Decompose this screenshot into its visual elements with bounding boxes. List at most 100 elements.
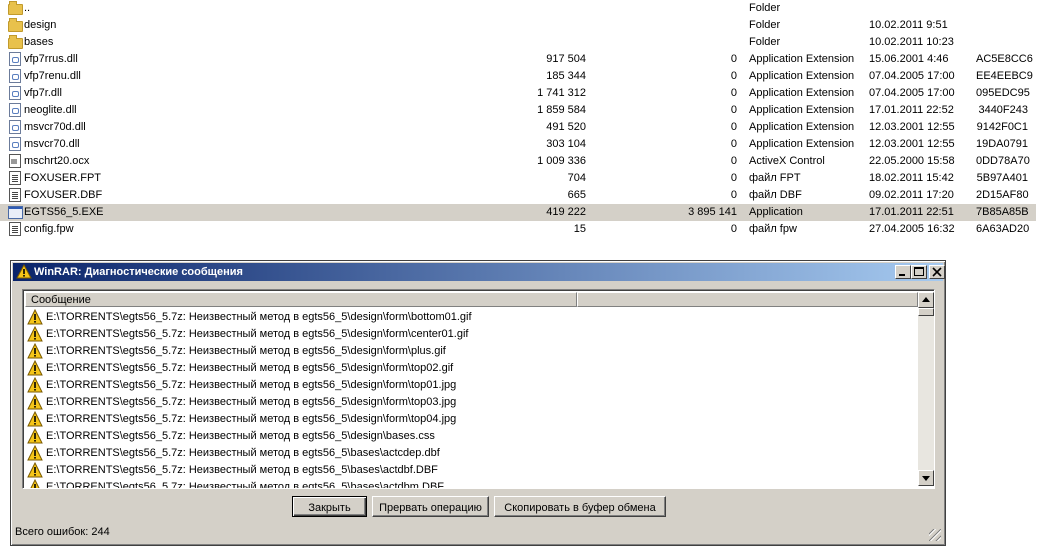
file-name: mschrt20.ocx xyxy=(24,155,90,167)
file-name: vfp7rrus.dll xyxy=(24,53,78,65)
file-modified: 10.02.2011 9:51 xyxy=(869,19,948,31)
file-name: design xyxy=(24,19,57,31)
message-row[interactable]: E:\TORRENTS\egts56_5.7z: Неизвестный мет… xyxy=(27,411,907,428)
warning-icon xyxy=(27,343,43,359)
file-type: Application xyxy=(749,206,803,218)
file-type: Folder xyxy=(749,36,781,48)
file-crc: EE4EEBC9 xyxy=(976,70,1033,82)
file-row[interactable]: msvcr70d.dll 491 520 0 Application Extensio… xyxy=(0,119,1036,136)
message-row[interactable]: E:\TORRENTS\egts56_5.7z: Неизвестный мет… xyxy=(27,428,907,445)
scroll-up-button[interactable] xyxy=(918,292,934,308)
file-type: Folder xyxy=(749,19,781,31)
file-size: 15 xyxy=(573,223,586,235)
file-type: Application Extension xyxy=(749,53,855,65)
file-packed-size: 0 xyxy=(730,104,737,116)
file-modified: 18.02.2011 15:42 xyxy=(869,172,954,184)
scrollbar-thumb[interactable] xyxy=(918,308,934,316)
file-type: Application Extension xyxy=(749,138,855,150)
close-button[interactable]: Закрыть xyxy=(292,496,367,517)
file-crc: 3440F243 xyxy=(978,104,1028,116)
file-type: файл fpw xyxy=(749,223,797,235)
file-row[interactable]: FOXUSER.DBF 665 0 файл DBF 09.02.2011 17:20 2… xyxy=(0,187,1036,204)
file-name: FOXUSER.DBF xyxy=(24,189,103,201)
column-header-message[interactable]: Сообщение xyxy=(25,292,577,307)
folder-icon xyxy=(8,18,23,32)
close-window-button[interactable] xyxy=(929,265,945,279)
scroll-down-button[interactable] xyxy=(918,470,934,486)
file-row[interactable]: vfp7rrus.dll 917 504 0 Application Extensio… xyxy=(0,51,1036,68)
message-row[interactable]: E:\TORRENTS\egts56_5.7z: Неизвестный мет… xyxy=(27,377,907,394)
file-row[interactable]: vfp7renu.dll 185 344 0 Application Extensio… xyxy=(0,68,1036,85)
warning-icon xyxy=(27,377,43,393)
file-crc: 095EDC95 xyxy=(976,87,1030,99)
warning-icon xyxy=(27,309,43,325)
file-row[interactable]: config.fpw 15 0 файл fpw 27.04.2005 16:32 6A6… xyxy=(0,221,1036,238)
copy-to-clipboard-button[interactable]: Скопировать в буфер обмена xyxy=(494,496,666,517)
file-row[interactable]: bases Folder 10.02.2011 10:23 xyxy=(0,34,1036,51)
minimize-button[interactable] xyxy=(895,265,911,279)
file-type: Folder xyxy=(749,2,781,14)
file-crc: 0DD78A70 xyxy=(976,155,1030,167)
file-type: Application Extension xyxy=(749,87,855,99)
file-row[interactable]: mschrt20.ocx 1 009 336 0 ActiveX Control 22.… xyxy=(0,153,1036,170)
message-text: E:\TORRENTS\egts56_5.7z: Неизвестный мет… xyxy=(46,396,457,408)
file-packed-size: 0 xyxy=(730,189,737,201)
maximize-button[interactable] xyxy=(911,265,927,279)
file-name: msvcr70.dll xyxy=(24,138,80,150)
message-row[interactable]: E:\TORRENTS\egts56_5.7z: Неизвестный мет… xyxy=(27,462,907,479)
vertical-scrollbar[interactable] xyxy=(918,292,934,486)
message-list[interactable]: Сообщение E:\TORRENTS\egts56_5.7z: Неизв… xyxy=(22,289,935,489)
abort-operation-button[interactable]: Прервать операцию xyxy=(372,496,489,517)
message-row[interactable]: E:\TORRENTS\egts56_5.7z: Неизвестный мет… xyxy=(27,326,907,343)
file-packed-size: 0 xyxy=(730,138,737,150)
file-packed-size: 0 xyxy=(730,53,737,65)
file-crc: 9142F0C1 xyxy=(976,121,1028,133)
message-row[interactable]: E:\TORRENTS\egts56_5.7z: Неизвестный мет… xyxy=(27,479,907,489)
message-text: E:\TORRENTS\egts56_5.7z: Неизвестный мет… xyxy=(46,481,444,489)
dialog-title: WinRAR: Диагностические сообщения xyxy=(34,266,243,278)
message-row[interactable]: E:\TORRENTS\egts56_5.7z: Неизвестный мет… xyxy=(27,360,907,377)
file-modified: 17.01.2011 22:51 xyxy=(869,206,954,218)
file-packed-size: 0 xyxy=(730,87,737,99)
message-row[interactable]: E:\TORRENTS\egts56_5.7z: Неизвестный мет… xyxy=(27,343,907,360)
file-row[interactable]: vfp7r.dll 1 741 312 0 Application Extension… xyxy=(0,85,1036,102)
file-modified: 15.06.2001 4:46 xyxy=(869,53,949,65)
file-row[interactable]: design Folder 10.02.2011 9:51 xyxy=(0,17,1036,34)
ocx-file-icon xyxy=(8,154,22,168)
file-size: 1 741 312 xyxy=(537,87,586,99)
file-name: bases xyxy=(24,36,54,48)
file-packed-size: 0 xyxy=(730,172,737,184)
file-type: Application Extension xyxy=(749,70,855,82)
file-row[interactable]: neoglite.dll 1 859 584 0 Application Extens… xyxy=(0,102,1036,119)
message-text: E:\TORRENTS\egts56_5.7z: Неизвестный мет… xyxy=(46,430,435,442)
message-text: E:\TORRENTS\egts56_5.7z: Неизвестный мет… xyxy=(46,311,472,323)
dll-file-icon xyxy=(8,103,22,117)
file-row[interactable]: .. Folder xyxy=(0,0,1036,17)
warning-icon xyxy=(27,462,43,478)
message-row[interactable]: E:\TORRENTS\egts56_5.7z: Неизвестный мет… xyxy=(27,445,907,462)
file-crc: 5B97A401 xyxy=(976,172,1028,184)
message-text: E:\TORRENTS\egts56_5.7z: Неизвестный мет… xyxy=(46,464,438,476)
file-packed-size: 0 xyxy=(730,223,737,235)
exe-file-icon xyxy=(8,205,23,219)
file-row[interactable]: FOXUSER.FPT 704 0 файл FPT 18.02.2011 15:42 5… xyxy=(0,170,1036,187)
column-header-empty[interactable] xyxy=(577,292,918,307)
file-size: 665 xyxy=(567,189,586,201)
file-packed-size: 0 xyxy=(730,121,737,133)
message-list-header: Сообщение xyxy=(25,292,918,307)
file-row[interactable]: msvcr70.dll 303 104 0 Application Extension… xyxy=(0,136,1036,153)
warning-icon xyxy=(27,445,43,461)
file-type: Application Extension xyxy=(749,104,855,116)
dll-file-icon xyxy=(8,137,22,151)
file-packed-size: 0 xyxy=(730,70,737,82)
file-packed-size: 0 xyxy=(730,155,737,167)
message-row[interactable]: E:\TORRENTS\egts56_5.7z: Неизвестный мет… xyxy=(27,394,907,411)
error-count-status: Всего ошибок: 244 xyxy=(15,526,110,538)
file-row[interactable]: EGTS56_5.EXE 419 222 3 895 141 Application 1… xyxy=(0,204,1036,221)
dialog-title-bar[interactable]: WinRAR: Диагностические сообщения xyxy=(13,263,945,281)
message-row[interactable]: E:\TORRENTS\egts56_5.7z: Неизвестный мет… xyxy=(27,309,907,326)
warning-icon xyxy=(27,428,43,444)
archive-file-list[interactable]: .. Folder design Folder 10.02.2011 9:51 bases… xyxy=(0,0,1044,240)
file-type: Application Extension xyxy=(749,121,855,133)
resize-grip[interactable] xyxy=(929,529,941,541)
